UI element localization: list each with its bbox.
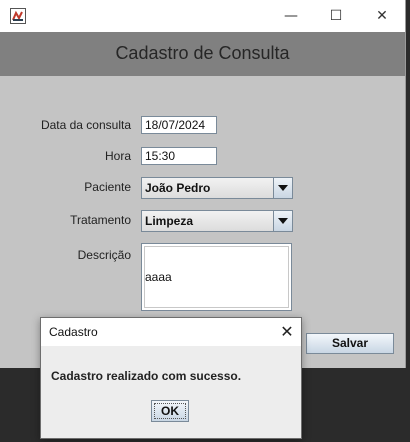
page-title: Cadastro de Consulta <box>115 43 290 63</box>
treatment-select-value: Limpeza <box>145 214 194 228</box>
patient-select[interactable]: João Pedro <box>141 177 293 199</box>
ok-button[interactable]: OK <box>151 400 189 422</box>
dialog-title: Cadastro <box>49 325 98 339</box>
treatment-select[interactable]: Limpeza <box>141 210 293 232</box>
minimize-button[interactable]: — <box>269 0 313 32</box>
description-text: aaaa <box>145 270 172 284</box>
close-icon[interactable]: ✕ <box>275 318 299 346</box>
date-label: Data da consulta <box>40 118 131 132</box>
save-button[interactable]: Salvar <box>306 333 394 354</box>
description-label: Descrição <box>77 248 131 262</box>
main-window: — ☐ ✕ Cadastro de Consulta Data da consu… <box>0 0 406 368</box>
patient-select-value: João Pedro <box>145 181 211 195</box>
header-bar: Cadastro de Consulta <box>0 32 405 76</box>
success-dialog: Cadastro ✕ Cadastro realizado com sucess… <box>40 317 302 439</box>
treatment-label: Tratamento <box>70 213 131 227</box>
dialog-titlebar: Cadastro ✕ <box>41 318 301 346</box>
patient-label: Paciente <box>84 180 131 194</box>
description-textarea[interactable]: aaaa <box>141 243 292 311</box>
window-titlebar: — ☐ ✕ <box>0 0 405 32</box>
maximize-button[interactable]: ☐ <box>314 0 358 32</box>
date-field[interactable]: 18/07/2024 <box>141 116 217 134</box>
dialog-message: Cadastro realizado com sucesso. <box>51 369 242 383</box>
time-label: Hora <box>104 149 131 163</box>
close-window-button[interactable]: ✕ <box>360 0 404 32</box>
java-app-icon <box>10 8 26 24</box>
chevron-down-icon[interactable] <box>273 211 292 231</box>
chevron-down-icon[interactable] <box>273 178 292 198</box>
time-field[interactable]: 15:30 <box>141 147 217 165</box>
